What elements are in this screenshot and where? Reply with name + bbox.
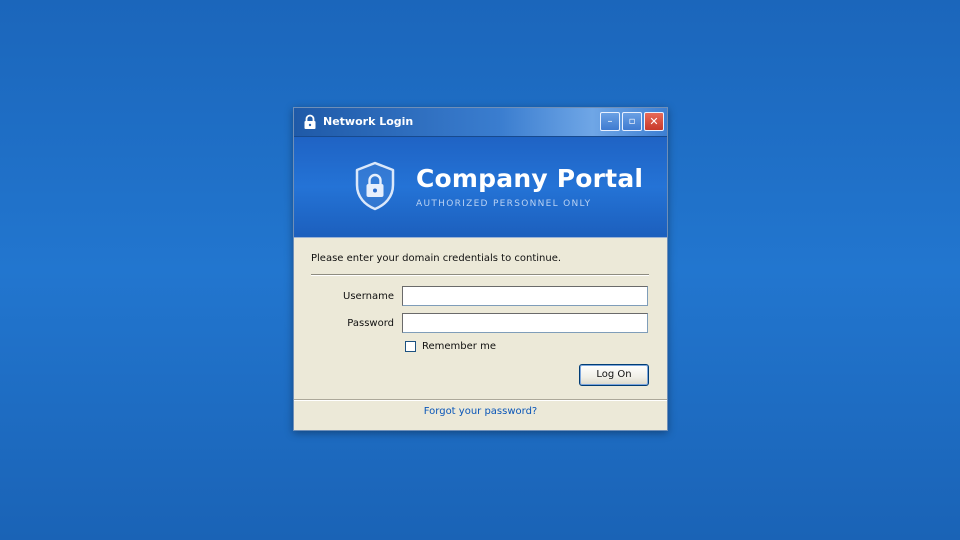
lock-icon [304,114,316,129]
portal-title: Company Portal [416,164,644,193]
instruction-text: Please enter your domain credentials to … [311,253,562,264]
window-title: Network Login [323,115,414,128]
minimize-button[interactable]: – [600,112,620,131]
forgot-password-container: Forgot your password? [294,406,667,417]
username-input[interactable] [402,286,648,306]
maximize-button[interactable]: ▫ [622,112,642,131]
remember-me-checkbox[interactable] [405,341,416,352]
portal-subtitle: AUTHORIZED PERSONNEL ONLY [416,199,592,209]
login-dialog: Network Login – ▫ ✕ Company Portal AUTHO… [293,107,668,431]
shield-lock-icon [355,161,395,211]
form-divider [311,274,649,276]
forgot-password-link[interactable]: Forgot your password? [424,406,537,417]
remember-me-label[interactable]: Remember me [422,341,496,352]
title-bar[interactable]: Network Login – ▫ ✕ [294,108,667,137]
log-on-button[interactable]: Log On [579,364,649,386]
username-label: Username [343,291,394,302]
footer-divider [294,399,667,401]
password-input[interactable] [402,313,648,333]
close-button[interactable]: ✕ [644,112,664,131]
portal-banner: Company Portal AUTHORIZED PERSONNEL ONLY [294,137,667,238]
password-label: Password [347,318,394,329]
